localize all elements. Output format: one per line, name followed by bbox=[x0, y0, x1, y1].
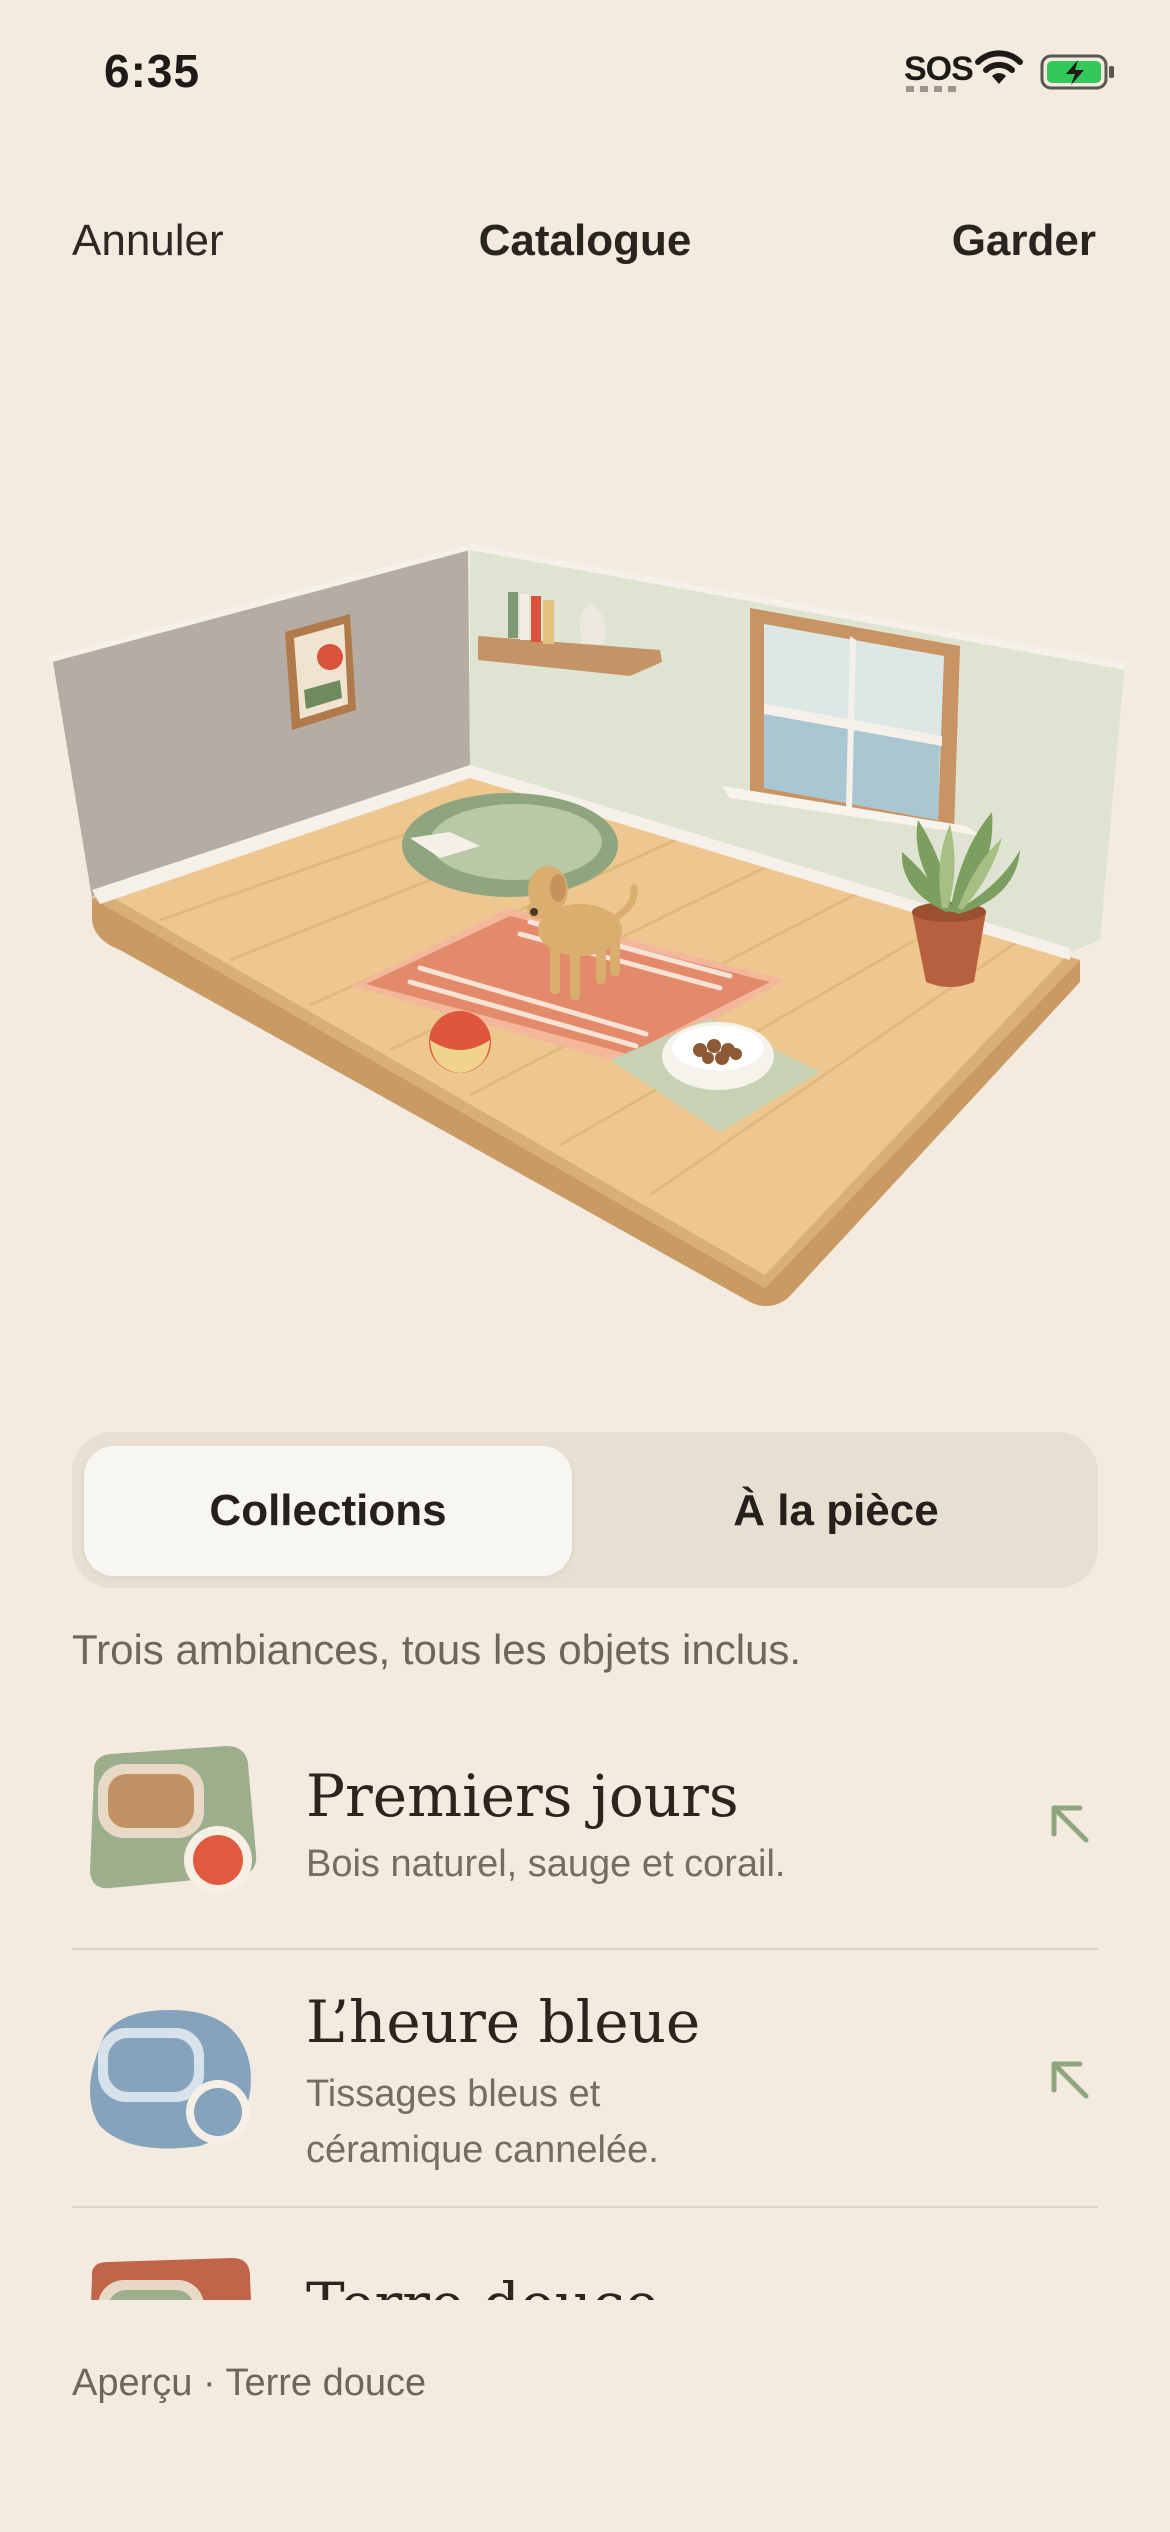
battery-charging-icon bbox=[1040, 54, 1114, 90]
collection-title[interactable]: L’heure bleue bbox=[306, 1988, 700, 2056]
section-subtitle: Trois ambiances, tous les objets inclus. bbox=[72, 1626, 802, 1673]
footer-bar bbox=[0, 2300, 1170, 2532]
signal-dots bbox=[906, 86, 956, 92]
collection-description: Bois naturel, sauge et corail. bbox=[306, 1843, 786, 1885]
cancel-button[interactable]: Annuler bbox=[72, 216, 224, 266]
sos-indicator: SOS bbox=[904, 50, 974, 88]
room-preview[interactable] bbox=[30, 520, 1140, 1320]
segment-collections[interactable]: Collections bbox=[84, 1486, 572, 1536]
status-time: 6:35 bbox=[104, 45, 201, 97]
wifi-icon bbox=[975, 50, 1023, 84]
segment-a-la-piece[interactable]: À la pièce bbox=[586, 1486, 1086, 1536]
arrow-up-left-icon[interactable] bbox=[1046, 1800, 1092, 1846]
collection-description-line2: céramique cannelée. bbox=[306, 2129, 659, 2171]
divider bbox=[72, 1948, 1098, 1950]
preview-label: Aperçu · Terre douce bbox=[72, 2362, 427, 2404]
divider bbox=[72, 2206, 1098, 2208]
collection-description-line1: Tissages bleus et bbox=[306, 2073, 601, 2115]
keep-button[interactable]: Garder bbox=[952, 216, 1096, 266]
collection-thumbnail-premiers-jours bbox=[90, 1746, 257, 1894]
arrow-up-left-icon[interactable] bbox=[1046, 2056, 1092, 2102]
collection-thumbnail-heure-bleue bbox=[90, 2010, 251, 2149]
collection-title[interactable]: Premiers jours bbox=[306, 1762, 739, 1830]
